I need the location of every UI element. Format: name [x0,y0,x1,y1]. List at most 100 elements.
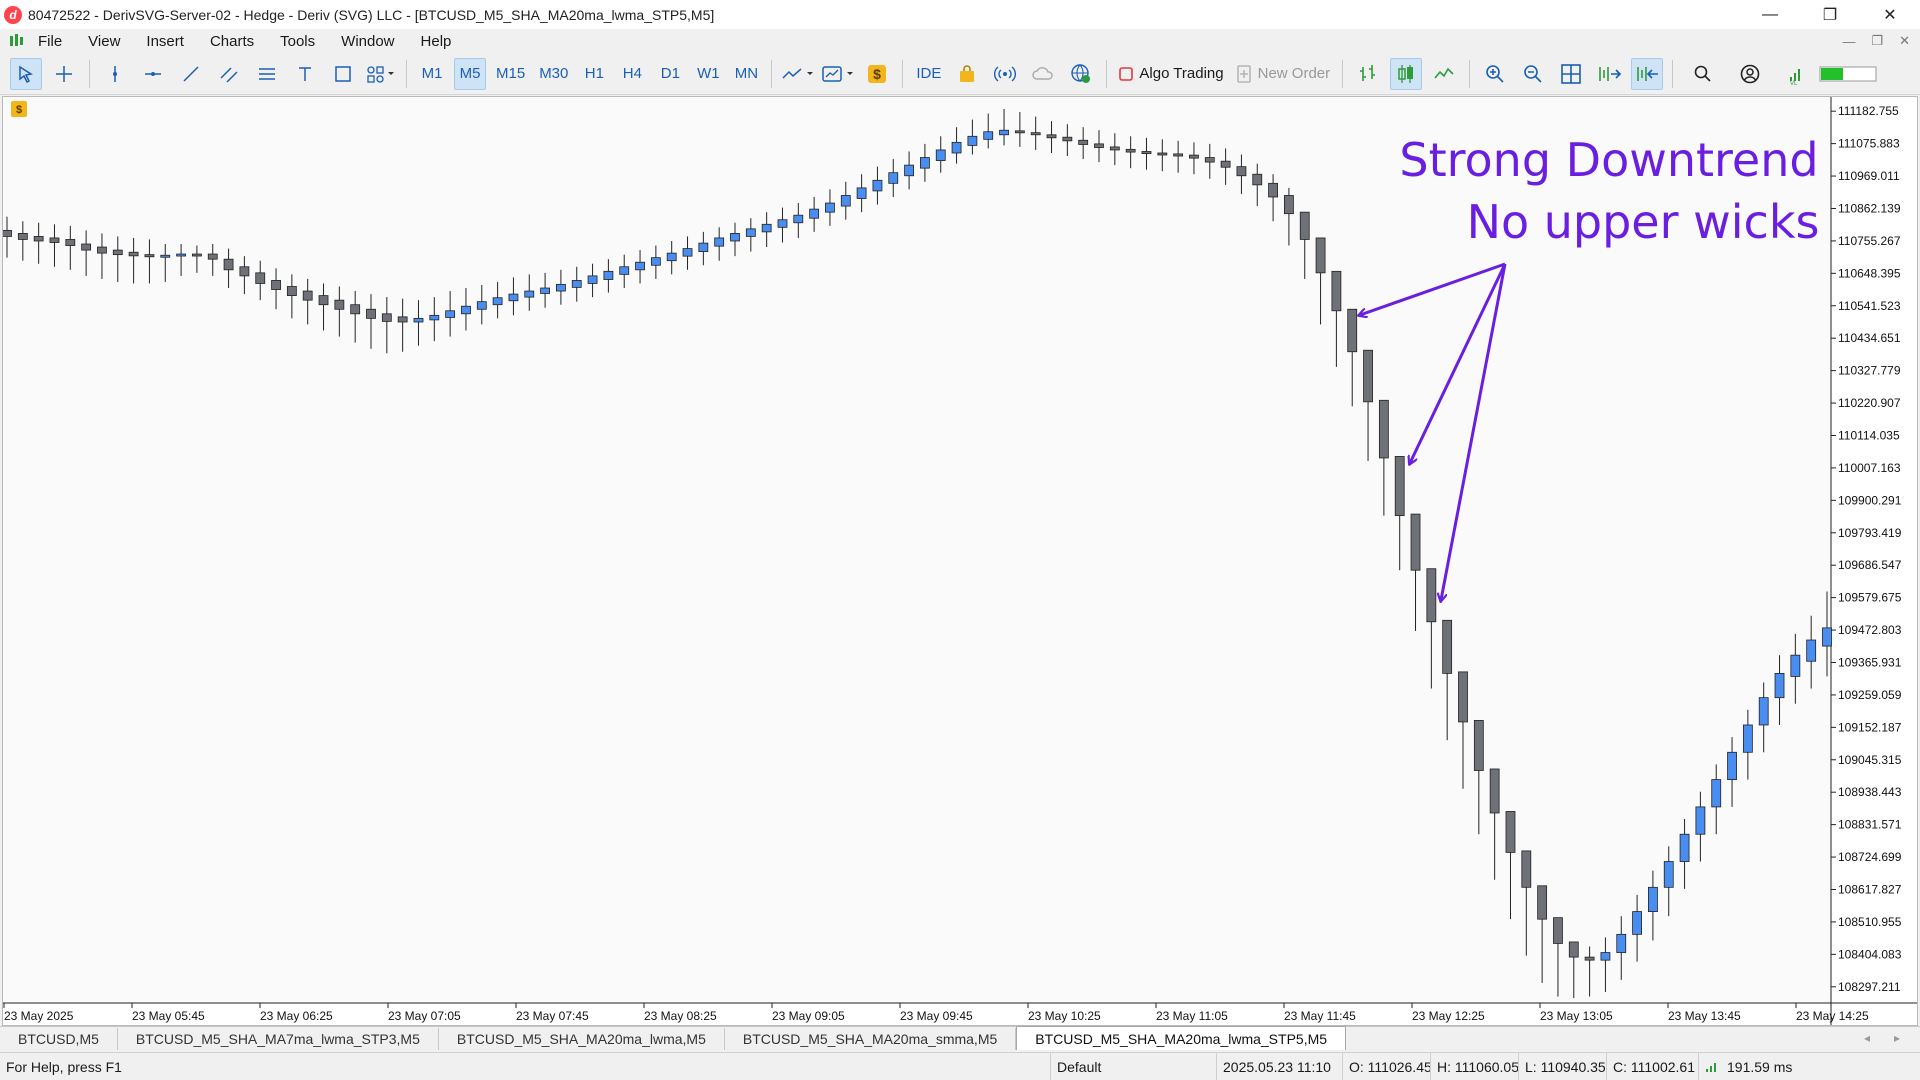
time-tick-label: 23 May 11:05 [1156,1009,1228,1023]
close-button[interactable]: ✕ [1860,0,1920,29]
candle-body [1189,154,1199,159]
fibonacci-button[interactable] [251,58,283,90]
candle-body [1236,166,1247,177]
timeframe-m15[interactable]: M15 [492,58,529,90]
timeframe-m5[interactable]: M5 [454,57,486,90]
signals-button[interactable] [989,58,1021,90]
candle-body [1553,917,1563,944]
candle-body [1315,237,1326,274]
time-tick-label: 23 May 10:25 [1028,1009,1101,1023]
candlestick-chart-button[interactable] [1390,57,1423,90]
minimize-button[interactable]: — [1740,0,1800,29]
indicators-dropdown-button[interactable] [781,58,815,90]
status-connection[interactable]: 191.59 ms [1698,1052,1920,1080]
timeframe-label: M15 [496,65,526,82]
tab-ma20ma-lwma[interactable]: BTCUSD_M5_SHA_MA20ma_lwma,M5 [439,1028,725,1050]
search-button[interactable] [1687,58,1719,90]
tab-scroll-left-icon[interactable]: ◂ [1864,1031,1870,1045]
vps-button[interactable] [1027,58,1059,90]
candle-body [1109,146,1120,151]
timeframe-w1[interactable]: W1 [692,58,724,90]
price-tick-label: 111182.755 [1838,104,1899,118]
candle-body [730,232,740,242]
chart-shift-button[interactable] [1631,57,1664,90]
ide-button[interactable]: IDE [912,58,945,90]
menu-view[interactable]: View [88,33,120,50]
candle-body [1363,349,1373,403]
tile-windows-button[interactable] [1555,58,1587,90]
vertical-line-button[interactable] [99,58,131,90]
connection-status: VL [1781,58,1813,90]
web-trading-button[interactable] [1065,58,1097,90]
toolbar-separator [771,59,773,88]
timeframe-h4[interactable]: H4 [616,58,648,90]
menu-help[interactable]: Help [421,33,452,50]
connection-signal-icon: VL [1790,68,1801,85]
bar-chart-button[interactable] [1352,58,1384,90]
candle-body [176,253,186,257]
status-open: O: 111026.45 [1342,1052,1430,1080]
candle-body [872,179,883,192]
restore-button[interactable]: ❐ [1800,0,1860,29]
chart-window[interactable]: 111182.755 111075.883 110969.011 110862.139… [2,96,1918,1026]
mdi-minimize-button[interactable]: — [1842,34,1855,49]
line-chart-button[interactable] [1428,58,1460,90]
price-tick-label: 109579.675 [1838,591,1902,605]
tab-ma7ma-lwma-stp3[interactable]: BTCUSD_M5_SHA_MA7ma_lwma_STP3,M5 [118,1028,439,1050]
menu-file[interactable]: File [38,33,62,50]
mdi-close-button[interactable]: ✕ [1899,33,1910,49]
market-button[interactable]: $ [861,58,893,90]
timeframe-m30[interactable]: M30 [535,58,572,90]
tab-btcusd-m5[interactable]: BTCUSD,M5 [0,1028,118,1050]
objects-dropdown-button[interactable] [365,58,397,90]
horizontal-line-button[interactable] [137,58,169,90]
candle-body [1378,399,1389,459]
new-order-button[interactable]: New Order [1230,64,1337,83]
shapes-button[interactable] [327,58,359,90]
chart-window-icon[interactable] [8,33,26,49]
price-tick-label: 110327.779 [1838,364,1901,378]
timeframe-h1[interactable]: H1 [578,58,610,90]
candlestick-chart[interactable]: 111182.755 111075.883 110969.011 110862.139… [3,97,1917,1025]
menu-window[interactable]: Window [341,33,394,50]
candle-body [1774,672,1785,699]
tab-ma20ma-lwma-stp5[interactable]: BTCUSD_M5_SHA_MA20ma_lwma_STP5,M5 [1016,1026,1347,1050]
menu-charts[interactable]: Charts [210,33,254,50]
account-button[interactable] [1734,58,1766,90]
menu-insert[interactable]: Insert [146,33,184,50]
timeframe-m1[interactable]: M1 [416,58,448,90]
algo-trading-button[interactable]: Algo Trading [1113,65,1229,82]
candle-body [397,316,408,323]
status-profile[interactable]: Default [1050,1052,1216,1080]
tab-ma20ma-smma[interactable]: BTCUSD_M5_SHA_MA20ma_smma,M5 [725,1028,1017,1050]
candle-body [556,283,566,292]
timeframe-d1[interactable]: D1 [654,58,686,90]
market-shop-button[interactable] [951,58,983,90]
candle-body [1299,211,1310,240]
mdi-restore-button[interactable]: ❐ [1871,33,1883,49]
auto-scroll-button[interactable] [1593,58,1625,90]
candle-body [951,141,962,154]
timeframe-mn[interactable]: MN [730,58,762,90]
tab-scroll-right-icon[interactable]: ▸ [1894,1031,1900,1045]
trendline-button[interactable] [175,58,207,90]
cursor-tool-button[interactable] [10,57,42,90]
candle-body [698,242,709,253]
status-ping: 191.59 ms [1727,1058,1793,1075]
zoom-in-button[interactable] [1479,58,1511,90]
chart-tabs: BTCUSD,M5 BTCUSD_M5_SHA_MA7ma_lwma_STP3,… [0,1026,1920,1050]
channel-button[interactable] [213,58,245,90]
text-tool-button[interactable] [289,58,321,90]
ide-label: IDE [916,65,942,82]
cloud-icon [1032,66,1054,80]
price-tick-label: 110969.011 [1838,169,1900,183]
candle-body [888,172,899,184]
zoom-out-button[interactable] [1517,58,1549,90]
candle-body [302,290,313,301]
templates-dropdown-button[interactable] [821,58,855,90]
price-tick-label: 110755.267 [1838,234,1901,248]
price-tick-label: 109472.803 [1838,623,1902,637]
menu-tools[interactable]: Tools [280,33,315,50]
timeframe-label: M1 [421,65,443,82]
crosshair-tool-button[interactable] [48,58,80,90]
